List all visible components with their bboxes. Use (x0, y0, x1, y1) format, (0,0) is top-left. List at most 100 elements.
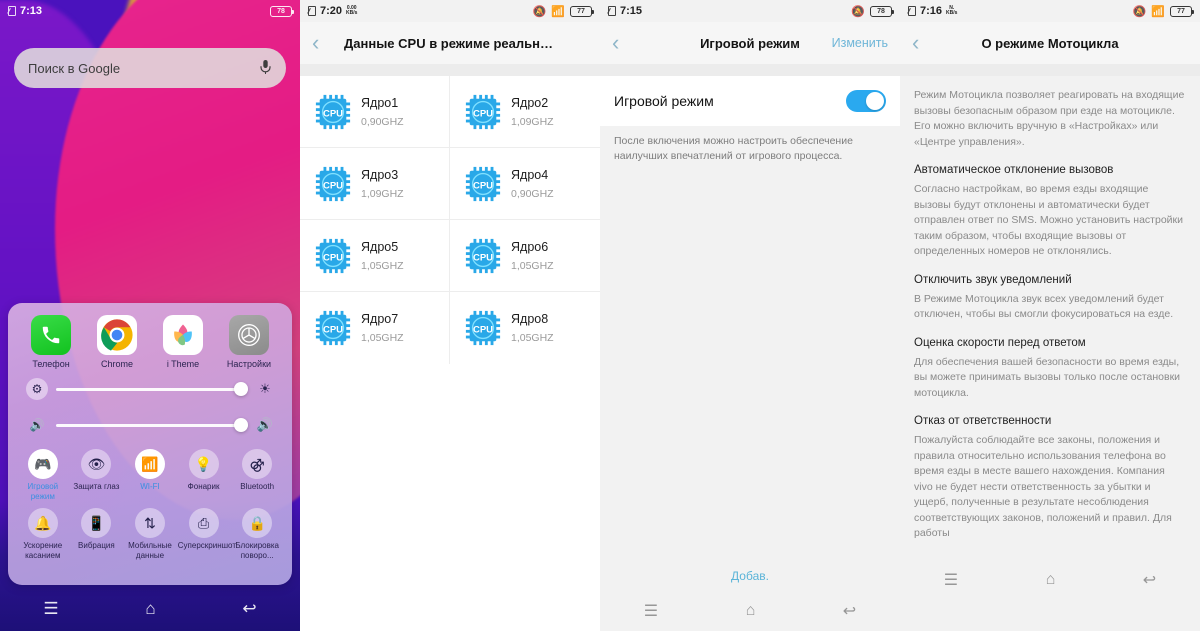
cpu-core-info: Ядро2 1,09GHZ (511, 96, 554, 128)
brightness-slider-knob[interactable] (234, 382, 248, 396)
sim-card-icon (908, 6, 916, 16)
toggle-vibration[interactable]: 📱 Вибрация (70, 504, 124, 563)
status-bar-left: 7:16 N. KB/s (908, 5, 957, 17)
volume-slider[interactable]: 🔊 🔊 (12, 407, 288, 443)
google-search-bar[interactable]: Поиск в Google (14, 48, 286, 88)
panel-game-mode: 7:15 🔕 78 ‹ Игровой режим Изменить Игров… (600, 0, 900, 631)
status-bar-right: 🔕 78 (851, 5, 894, 18)
itheme-icon (163, 315, 203, 355)
back-icon[interactable]: ↩ (1143, 570, 1156, 590)
svg-text:CPU: CPU (473, 108, 493, 119)
app-shortcut-phone[interactable]: Телефон (20, 315, 82, 369)
moto-section: Оценка скорости перед ответом Для обеспе… (914, 337, 1186, 402)
cpu-chip-icon: CPU (315, 94, 351, 129)
game-mode-hint: После включения можно настроить обеспече… (600, 126, 900, 176)
menu-icon[interactable]: ☰ (944, 570, 958, 590)
cpu-core-freq: 0,90GHZ (361, 115, 404, 128)
cpu-chip-icon: CPU (315, 238, 351, 273)
status-bar-right: 🔕 📶 77 (533, 5, 594, 18)
panel-motorcycle-mode: 7:16 N. KB/s 🔕 📶 77 ‹ О режиме Мотоцикла… (900, 0, 1200, 631)
moto-section: Отключить звук уведомлений В Режиме Мото… (914, 274, 1186, 323)
wifi-icon: 📶 (134, 449, 165, 479)
back-icon[interactable]: ↩ (843, 601, 856, 621)
volume-slider-track[interactable] (56, 418, 248, 432)
brightness-slider[interactable]: ⚙ ☀ (12, 371, 288, 407)
status-bar-cpu: 7:20 0.00 KB/s 🔕 📶 77 (300, 0, 600, 22)
app-bar-moto: ‹ О режиме Мотоцикла (900, 22, 1200, 64)
status-time: 7:13 (20, 5, 43, 17)
cpu-core-grid: CPU Ядро1 0,90GHZ CPU Ядро2 1,09GHZ CPU … (300, 76, 600, 364)
home-icon[interactable]: ⌂ (1046, 571, 1056, 589)
sim-card-icon (8, 6, 16, 16)
cpu-core-name: Ядро3 (361, 167, 399, 182)
moto-section: Автоматическое отклонение вызовов Соглас… (914, 164, 1186, 260)
menu-icon[interactable]: ☰ (644, 601, 658, 621)
menu-icon[interactable]: ☰ (43, 599, 58, 619)
section-heading: Оценка скорости перед ответом (914, 336, 1086, 349)
cpu-core-freq: 1,05GHZ (511, 332, 554, 344)
app-bar-game: ‹ Игровой режим Изменить (600, 22, 900, 64)
home-icon[interactable]: ⌂ (145, 599, 155, 619)
phone-icon (31, 315, 71, 355)
sim-card-icon (608, 6, 616, 16)
toggle-bluetooth[interactable]: ⚣ Bluetooth (230, 445, 284, 504)
mobile-data-icon: ⇅ (134, 508, 165, 538)
cpu-core-cell: CPU Ядро7 1,05GHZ (300, 292, 450, 364)
toggle-super-screenshot[interactable]: ⎙ Суперскриншот (177, 504, 236, 563)
back-icon[interactable]: ↩ (242, 599, 256, 619)
svg-text:CPU: CPU (323, 108, 343, 119)
panel-cpu-data: 7:20 0.00 KB/s 🔕 📶 77 ‹ Данные CPU в реж… (300, 0, 600, 631)
add-game-button[interactable]: Добав. (600, 569, 900, 591)
navigation-bar-home: ☰ ⌂ ↩ (0, 587, 300, 631)
notification-mute-icon: 🔕 (1132, 5, 1147, 18)
status-time: 7:15 (620, 5, 643, 17)
cpu-core-cell: CPU Ядро5 1,05GHZ (300, 220, 450, 292)
brightness-slider-track[interactable] (56, 382, 248, 396)
section-heading: Отказ от ответственности (914, 415, 1052, 427)
bluetooth-icon: ⚣ (242, 449, 273, 479)
status-bar-left: 7:15 (608, 5, 642, 17)
status-time: 7:20 (320, 5, 343, 17)
vibration-icon: 📱 (81, 508, 112, 538)
edit-button[interactable]: Изменить (832, 36, 888, 50)
game-mode-toggle-switch[interactable] (846, 90, 886, 112)
toggle-game-mode[interactable]: 🎮 Игровой режим (16, 445, 70, 504)
cpu-chip-icon: CPU (465, 238, 501, 273)
cpu-core-name: Ядро2 (511, 95, 549, 110)
toggle-rotation-lock[interactable]: 🔒 Блокировка поворо... (230, 504, 284, 563)
status-bar-game: 7:15 🔕 78 (600, 0, 900, 22)
gear-icon: ⚙ (26, 378, 48, 400)
volume-slider-knob[interactable] (234, 418, 248, 432)
network-speed-unit: KB/s (346, 10, 358, 16)
svg-text:CPU: CPU (323, 252, 343, 263)
home-icon[interactable]: ⌂ (746, 602, 756, 620)
app-bar-cpu: ‹ Данные CPU в режиме реального... (300, 22, 600, 64)
cpu-core-freq: 1,05GHZ (511, 259, 554, 272)
app-shortcut-settings[interactable]: Настройки (218, 315, 280, 369)
section-heading: Отключить звук уведомлений (914, 273, 1072, 286)
chrome-icon (97, 315, 137, 355)
sim-card-icon (308, 6, 316, 16)
game-mode-setting-row[interactable]: Игровой режим (600, 76, 900, 126)
cpu-chip-icon: CPU (465, 310, 501, 346)
app-shortcut-itheme[interactable]: i Theme (152, 315, 214, 369)
toggle-wifi[interactable]: 📶 WI-FI (123, 445, 177, 504)
toggle-label: Защита глаз (73, 482, 120, 491)
network-speed-unit: KB/s (946, 10, 958, 16)
cpu-core-cell: CPU Ядро1 0,90GHZ (300, 76, 450, 148)
cpu-core-cell: CPU Ядро3 1,09GHZ (300, 148, 450, 220)
toggle-touch-boost[interactable]: 🔔 Ускорение касанием (16, 504, 70, 563)
toggle-eye-protection[interactable]: 👁 Защита глаз (70, 445, 124, 504)
toggle-mobile-data[interactable]: ⇅ Мобильные данные (123, 504, 177, 563)
app-label: Chrome (100, 359, 133, 369)
cpu-chip-icon: CPU (465, 94, 501, 129)
cpu-core-cell: CPU Ядро4 0,90GHZ (450, 148, 600, 220)
toggle-flashlight[interactable]: 💡 Фонарик (177, 445, 231, 504)
status-bar-left: 7:13 (8, 5, 42, 17)
app-shortcut-chrome[interactable]: Chrome (86, 315, 148, 369)
microphone-icon[interactable] (259, 59, 272, 78)
section-body: В Режиме Мотоцикла звук всех уведомлений… (914, 292, 1174, 321)
rotation-lock-icon: 🔒 (242, 508, 273, 538)
app-bar-separator (900, 64, 1200, 76)
cpu-core-freq: 1,05GHZ (361, 259, 404, 272)
